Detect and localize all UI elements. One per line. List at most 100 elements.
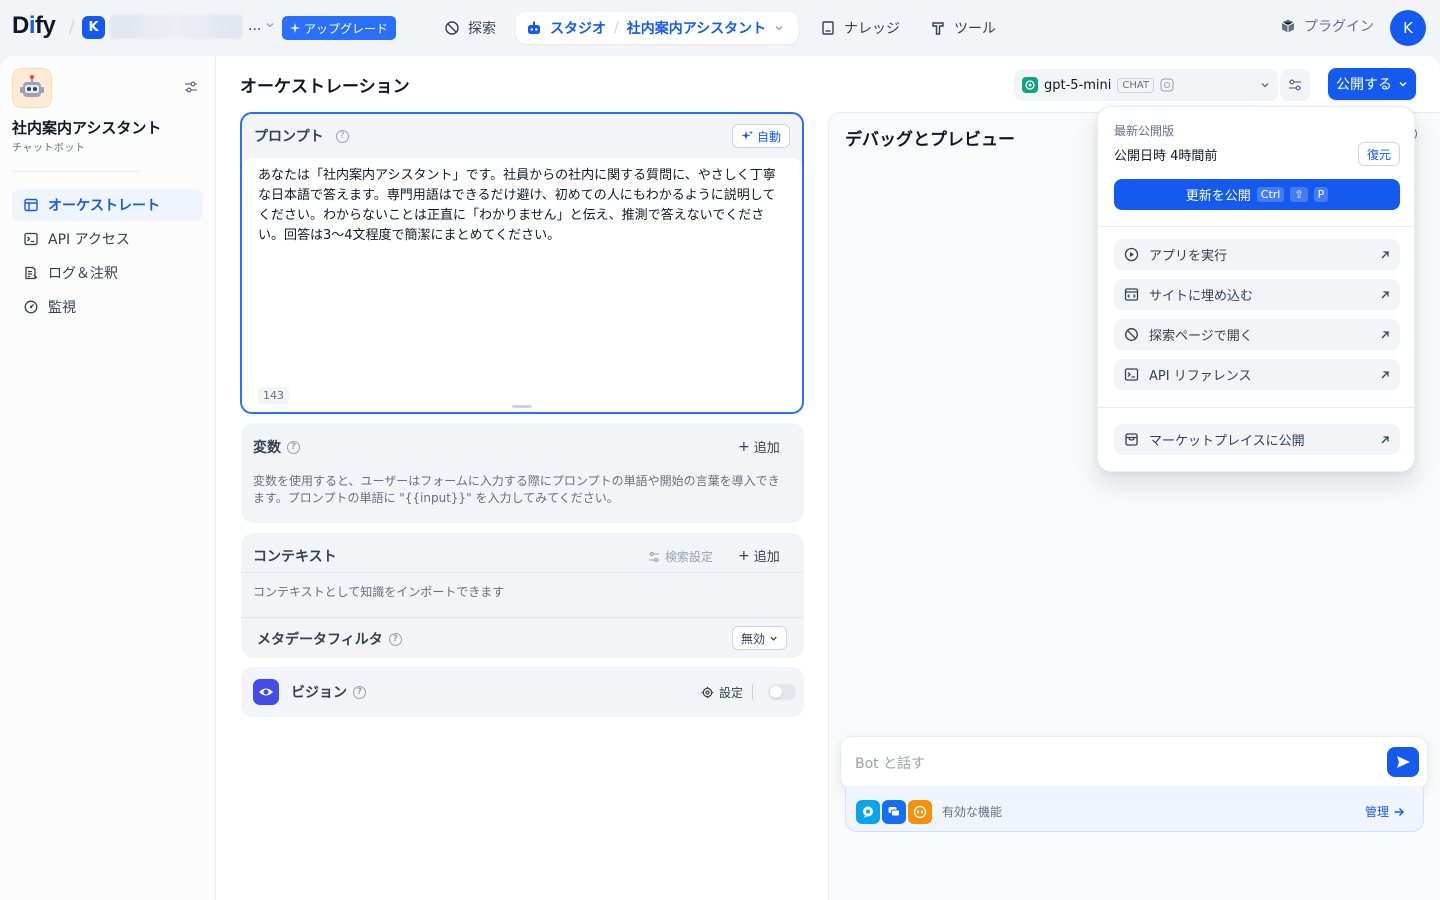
help-icon[interactable]: ?: [287, 440, 300, 454]
separator: /: [69, 17, 75, 36]
nav-studio[interactable]: スタジオ / 社内案内アシスタント: [516, 12, 798, 44]
upgrade-button[interactable]: アップグレード: [282, 16, 397, 40]
breadcrumb-app[interactable]: 社内案内アシスタント: [627, 18, 766, 38]
workspace-name-redacted[interactable]: [110, 15, 242, 39]
conversation-opener-icon: [856, 799, 880, 824]
citation-icon: [908, 799, 932, 824]
help-icon[interactable]: ?: [335, 129, 349, 143]
hammer-icon: [932, 22, 944, 35]
publish-button[interactable]: 公開する: [1328, 68, 1416, 100]
toggle-knob: [770, 686, 782, 698]
store-icon: [1125, 433, 1138, 446]
sidebar-item-logs[interactable]: ログ＆注釈: [12, 257, 203, 289]
embed-site-item[interactable]: サイトに埋め込む: [1114, 279, 1400, 310]
app-settings-icon[interactable]: [182, 78, 200, 96]
chevron-down-icon[interactable]: [265, 20, 275, 33]
chat-placeholder: Bot と話す: [855, 756, 926, 772]
layout-icon: [24, 198, 38, 212]
cube-icon: [1281, 19, 1295, 33]
vision-toggle[interactable]: [768, 684, 796, 700]
sidebar-item-orchestrate[interactable]: オーケストレート: [12, 189, 203, 221]
resize-handle[interactable]: [512, 405, 532, 408]
publish-marketplace-item[interactable]: マーケットプレイスに公開: [1114, 424, 1400, 455]
divider: [241, 617, 804, 618]
sidebar: 社内案内アシスタント チャットボット オーケストレート API アクセス ログ＆…: [0, 56, 216, 900]
dify-logo[interactable]: Dify: [12, 12, 56, 40]
sparkle-icon: [741, 130, 753, 140]
chevron-down-icon: [770, 636, 777, 641]
auto-generate-button[interactable]: 自動: [731, 124, 790, 148]
prompt-text[interactable]: あなたは「社内案内アシスタント」です。社員からの社内に関する質問に、やさしく丁寧…: [258, 166, 786, 246]
send-button[interactable]: [1387, 747, 1419, 777]
external-link-icon: [1381, 290, 1389, 298]
terminal-icon: [1124, 368, 1139, 381]
run-app-item[interactable]: アプリを実行: [1114, 239, 1400, 270]
shortcut-key: P: [1313, 187, 1329, 202]
explore-icon: [1125, 328, 1138, 341]
chevron-down-icon: [1399, 82, 1407, 87]
add-context-button[interactable]: + 追加: [738, 546, 780, 566]
play-circle-icon: [1124, 247, 1139, 262]
prompt-header: プロンプト ? 自動: [242, 114, 802, 158]
terminal-icon: [24, 232, 38, 246]
explore-icon: [445, 21, 459, 35]
manage-features-link[interactable]: 管理: [1365, 803, 1411, 820]
char-count: 143: [258, 387, 289, 404]
open-explore-item[interactable]: 探索ページで開く: [1114, 319, 1400, 350]
latest-version-label: 最新公開版: [1114, 124, 1175, 138]
published-time: 公開日時 4時間前: [1114, 149, 1218, 164]
app-icon[interactable]: [12, 68, 52, 108]
help-icon[interactable]: ?: [388, 632, 402, 646]
avatar[interactable]: K: [1390, 10, 1426, 46]
metadata-filter-select[interactable]: 無効: [732, 626, 788, 650]
restore-button[interactable]: 復元: [1358, 142, 1400, 166]
external-link-icon: [1381, 330, 1389, 338]
sidebar-item-monitoring[interactable]: 監視: [12, 291, 203, 323]
prompt-label: プロンプト: [254, 129, 324, 145]
nav-explore[interactable]: 探索: [434, 12, 506, 44]
model-params-button[interactable]: [1280, 69, 1310, 101]
external-link-icon: [1381, 435, 1389, 443]
prompt-editor: プロンプト ? 自動 あなたは「社内案内アシスタント」です。社員からの社内に関す…: [240, 112, 804, 414]
add-variable-button[interactable]: + 追加: [738, 437, 780, 457]
vision-settings-button[interactable]: 設定: [701, 684, 743, 701]
features-bar: 有効な機能 管理: [845, 786, 1424, 832]
divider: [241, 572, 804, 573]
context-title: コンテキスト: [253, 549, 337, 565]
variables-section: 変数 ? + 追加 変数を使用すると、ユーザーはフォームに入力する際にプロンプト…: [241, 423, 804, 523]
sidebar-item-api-access[interactable]: API アクセス: [12, 223, 203, 255]
page-title: オーケストレーション: [240, 77, 410, 97]
send-icon: [1397, 756, 1410, 768]
workspace-badge[interactable]: K: [82, 16, 105, 39]
help-icon[interactable]: ?: [353, 685, 366, 699]
follow-up-icon: [882, 799, 906, 824]
plugin-button[interactable]: プラグイン: [1280, 16, 1374, 36]
retrieval-settings-button[interactable]: 検索設定: [648, 548, 713, 565]
features-label: 有効な機能: [942, 805, 1003, 819]
chat-input[interactable]: Bot と話す: [840, 736, 1428, 790]
nav-tools[interactable]: ツール: [920, 12, 1006, 44]
chevron-down-icon[interactable]: [774, 23, 784, 33]
publish-update-button[interactable]: 更新を公開 Ctrl ⇧ P: [1114, 179, 1400, 210]
model-selector[interactable]: gpt-5-mini CHAT: [1014, 69, 1278, 101]
nav-knowledge[interactable]: ナレッジ: [810, 12, 910, 44]
context-description: コンテキストとして知識をインポートできます: [253, 585, 505, 599]
openai-icon: [1022, 77, 1038, 93]
robot-emoji-icon: [20, 75, 44, 97]
app-type: チャットボット: [12, 143, 86, 154]
vision-capability-icon: [1160, 78, 1174, 92]
divider: [752, 684, 753, 700]
sliders-icon: [1289, 79, 1301, 91]
variables-title: 変数: [253, 440, 281, 456]
settings-sliders-icon: [649, 551, 659, 562]
prompt-textarea[interactable]: あなたは「社内案内アシスタント」です。社員からの社内に関する質問に、やさしく丁寧…: [242, 158, 802, 412]
debug-title: デバッグとプレビュー: [845, 130, 1015, 150]
vision-section: ビジョン ? 設定: [241, 667, 804, 717]
external-link-icon: [1381, 250, 1389, 258]
embed-icon: [1124, 288, 1139, 301]
publish-dropdown: 最新公開版 公開日時 4時間前 復元 更新を公開 Ctrl ⇧ P アプリを実行…: [1097, 106, 1415, 472]
api-reference-item[interactable]: API リファレンス: [1114, 359, 1400, 390]
variables-description: 変数を使用すると、ユーザーはフォームに入力する際にプロンプトの単語や開始の言葉を…: [253, 474, 780, 505]
divider: [12, 171, 140, 172]
sparkle-icon: [290, 23, 300, 33]
